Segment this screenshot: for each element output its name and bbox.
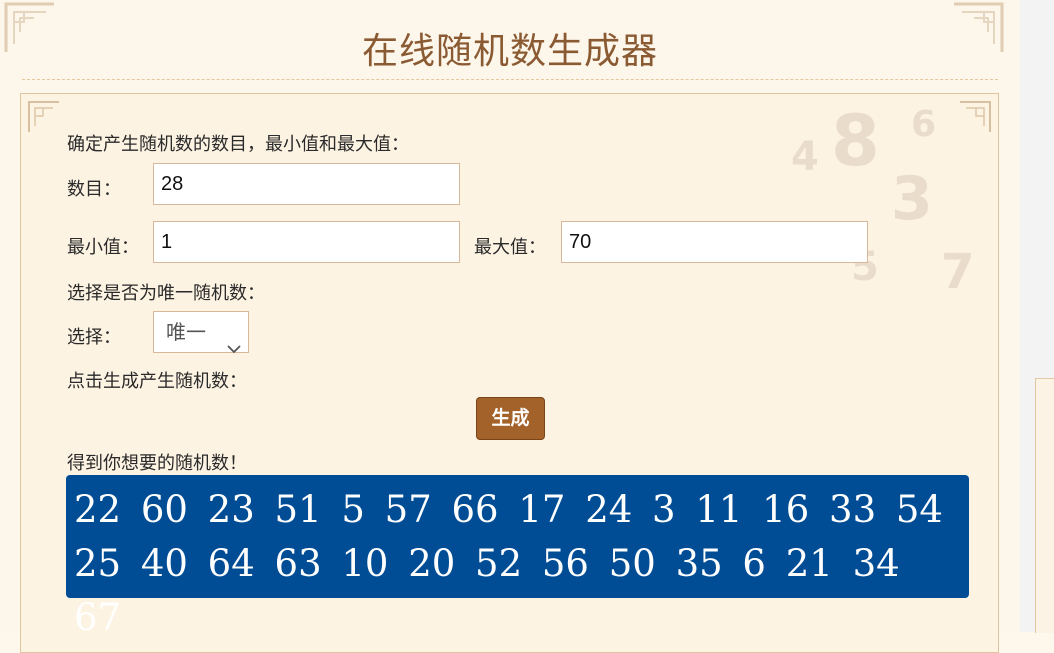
click-prompt: 点击生成产生随机数：	[67, 371, 247, 392]
min-label: 最小值：	[67, 237, 139, 258]
title-divider	[22, 79, 998, 80]
result-output: 22 60 23 51 5 57 66 17 24 3 11 16 33 54 …	[66, 475, 969, 639]
page-title: 在线随机数生成器	[361, 31, 658, 72]
panel-corner-top-left-icon	[27, 100, 61, 134]
decorative-numbers-background-icon: 8 3 5 7 4 6	[791, 100, 975, 300]
count-label: 数目：	[67, 179, 121, 200]
intro-text: 确定产生随机数的数目，最小值和最大值：	[67, 134, 409, 155]
unique-select[interactable]: 唯一	[153, 311, 249, 354]
count-input[interactable]: 28	[153, 163, 460, 205]
min-input[interactable]: 1	[153, 221, 460, 263]
chevron-down-icon	[227, 327, 241, 354]
generate-button[interactable]: 生成	[476, 397, 545, 440]
max-label: 最大值：	[474, 237, 546, 258]
side-panel-edge	[1035, 378, 1054, 633]
max-input[interactable]: 70	[561, 221, 868, 263]
result-prompt: 得到你想要的随机数！	[67, 453, 247, 474]
select-label: 选择：	[67, 327, 121, 348]
unique-select-value: 唯一	[166, 320, 206, 344]
unique-prompt: 选择是否为唯一随机数：	[67, 283, 265, 304]
